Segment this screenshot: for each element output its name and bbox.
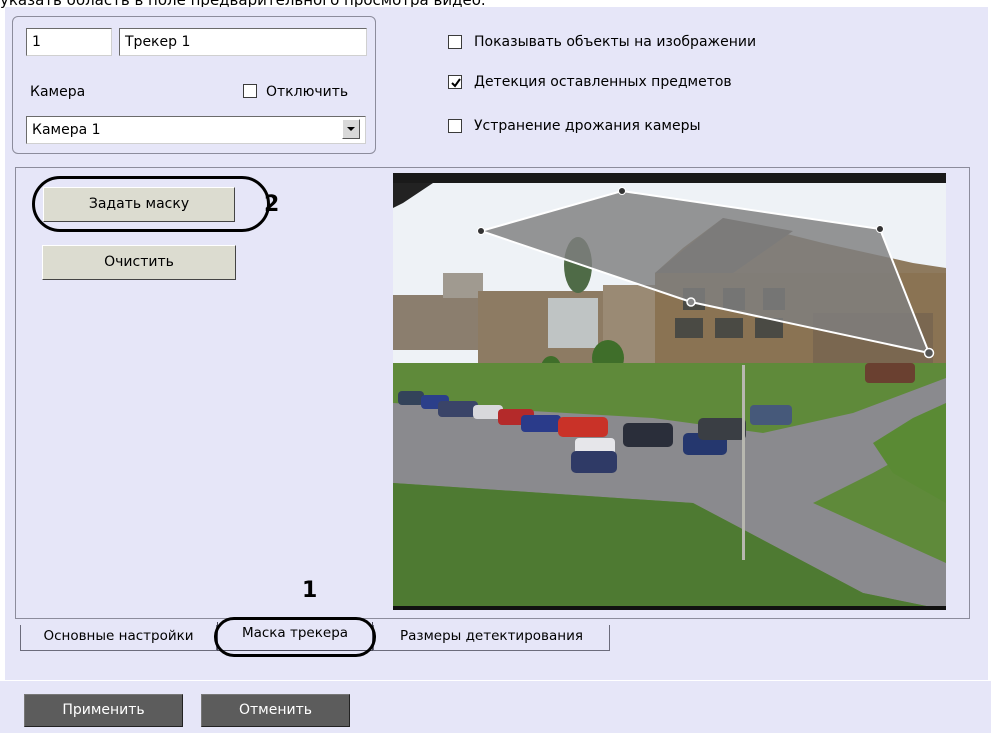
tracker-id-field[interactable]: 1 xyxy=(26,28,112,56)
video-preview[interactable] xyxy=(393,173,946,610)
callout-ellipse-2 xyxy=(32,176,270,232)
callout-ellipse-1 xyxy=(214,617,376,657)
camera-select-value: Камера 1 xyxy=(32,122,101,138)
chevron-down-icon xyxy=(347,127,355,131)
stabilization-checkbox[interactable] xyxy=(448,119,462,133)
tracker-name-field[interactable]: Трекер 1 xyxy=(119,28,367,56)
clear-button[interactable]: Очистить xyxy=(42,245,236,280)
disable-label: Отключить xyxy=(266,84,349,100)
tab-main-settings[interactable]: Основные настройки xyxy=(20,625,217,651)
abandoned-detection-checkbox[interactable] xyxy=(448,75,462,89)
apply-button[interactable]: Применить xyxy=(24,694,183,727)
callout-number-1: 1 xyxy=(302,578,318,603)
camera-label: Камера xyxy=(30,84,86,100)
abandoned-detection-label: Детекция оставленных предметов xyxy=(474,74,732,90)
camera-select[interactable]: Камера 1 xyxy=(26,116,366,144)
disable-checkbox[interactable] xyxy=(243,84,257,98)
camera-dropdown-button[interactable] xyxy=(342,119,360,139)
tab-detection-sizes[interactable]: Размеры детектирования xyxy=(373,625,610,651)
show-objects-label: Показывать объекты на изображении xyxy=(474,34,757,50)
show-objects-checkbox[interactable] xyxy=(448,35,462,49)
callout-number-2: 2 xyxy=(264,192,280,217)
stabilization-label: Устранение дрожания камеры xyxy=(474,118,701,134)
checkmark-icon xyxy=(451,78,461,88)
cancel-button[interactable]: Отменить xyxy=(201,694,350,727)
